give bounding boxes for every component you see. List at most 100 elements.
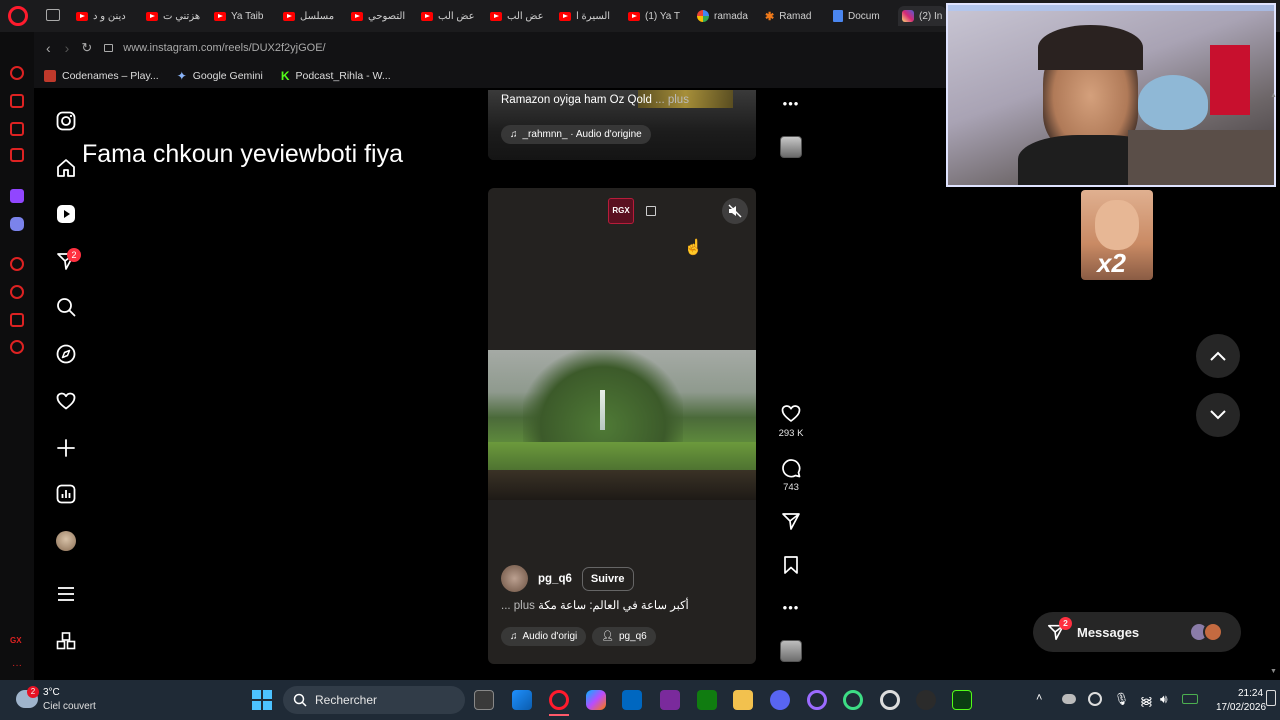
bookmark-podcast[interactable]: K Podcast_Rihla - W... [281,69,391,83]
previous-reel-audio[interactable]: ♫ _rahmnn_ · Audio d'origine [501,124,651,144]
workspace-icon[interactable] [10,94,24,108]
tab-9[interactable]: (1) Ya T [628,6,690,26]
instagram-logo-icon[interactable] [55,110,77,132]
notifications-icon[interactable] [55,390,77,412]
address-bar: ‹ › ↻ www.instagram.com/reels/DUX2f2yjGO… [34,32,946,64]
youtube-icon [490,11,502,21]
scroll-down-icon[interactable]: ▼ [1270,668,1277,675]
scroll-up-icon[interactable]: ▲ [1270,92,1277,99]
tab-menu-icon[interactable] [46,9,60,21]
tray-overflow-icon[interactable]: ˄ [1036,692,1042,704]
author-avatar[interactable] [501,565,528,592]
create-icon[interactable] [55,437,77,459]
bookmark-gemini[interactable]: ✦ Google Gemini [177,69,263,83]
xbox-icon[interactable] [697,690,717,710]
extensions-icon[interactable] [10,313,24,327]
reel-more-link[interactable]: ... plus [501,600,535,612]
messages-button[interactable]: 2 Messages [1033,612,1241,652]
previous-reel-more-options-icon[interactable]: ••• [778,96,804,111]
history-icon[interactable] [10,285,24,299]
battery-icon[interactable] [1182,694,1198,704]
tab-6[interactable]: عض الب [421,6,483,26]
copilot-icon[interactable] [586,690,606,710]
wifi-icon[interactable]: ᯼ [1140,692,1153,709]
clock-date[interactable]: 17/02/2026 [1216,702,1266,713]
tab-2[interactable]: هزتني ت [146,6,208,26]
bookmark-codenames[interactable]: Codenames – Play... [44,70,159,82]
taskbar-search[interactable]: Rechercher [283,686,465,714]
opera-air-icon[interactable] [880,690,900,710]
pip-icon[interactable] [646,206,656,216]
tab-1[interactable]: دينن و د [76,6,138,26]
gx-icon[interactable]: GX [10,636,22,645]
url-field[interactable]: www.instagram.com/reels/DUX2f2yjGOE/ [123,42,325,54]
tab-11[interactable]: ✱ Ramad [765,6,827,26]
like-button[interactable] [778,404,804,425]
discord-taskbar-icon[interactable] [770,690,790,710]
reel-tagged-user-pill[interactable]: 👤︎ pg_q6 [592,627,656,646]
search-icon[interactable] [55,296,77,318]
forward-icon[interactable]: › [65,40,70,56]
messages-count-badge: 2 [1059,617,1072,630]
tab-3[interactable]: Ya Taib [214,6,276,26]
previous-reel-button[interactable] [1196,334,1240,378]
share-button[interactable] [778,511,804,534]
home-icon[interactable] [55,157,77,179]
clock-time[interactable]: 21:24 [1238,688,1263,699]
task-view-icon[interactable] [474,690,494,710]
start-button[interactable] [252,690,272,710]
author-username[interactable]: pg_q6 [538,573,572,585]
mute-button[interactable] [722,198,748,224]
tab-instagram-active[interactable]: (2) In [898,6,946,26]
dashboard-icon[interactable] [55,483,77,505]
tab-12[interactable]: Docum [833,6,895,26]
player-icon[interactable] [10,257,24,271]
tab-4[interactable]: مسلسل [283,6,345,26]
save-button[interactable] [778,555,804,578]
tab-5[interactable]: التصوحي [351,6,413,26]
meta-apps-icon[interactable] [55,630,77,652]
back-icon[interactable]: ‹ [46,40,51,56]
tab-7[interactable]: عض الب [490,6,552,26]
volume-icon[interactable]: 🔊︎ [1160,692,1168,707]
discord-icon[interactable] [10,217,24,231]
reel-video[interactable] [488,350,756,500]
previous-reel[interactable]: Ramazon oyiga ham Oz Qold ... plus ♫ _rah… [488,90,756,160]
comment-button[interactable] [778,458,804,481]
streaming-app-icon[interactable] [952,690,972,710]
more-options-icon[interactable]: ••• [778,600,804,615]
settings-icon[interactable] [10,340,24,354]
photos-icon[interactable] [512,690,532,710]
news-icon[interactable] [10,148,24,162]
tab-10[interactable]: ramada [697,6,759,26]
reel-audio-pill[interactable]: ♫ Audio d'origi [501,627,587,646]
reels-icon[interactable] [55,203,77,225]
next-reel-button[interactable] [1196,393,1240,437]
store-icon[interactable] [622,690,642,710]
tab-8[interactable]: السيرة ا [559,6,621,26]
microphone-icon[interactable]: 🎙︎ [1114,692,1129,706]
opera-task-icon[interactable] [660,690,680,710]
more-dots-icon[interactable]: ··· [12,660,22,671]
previous-reel-more-link[interactable]: ... plus [655,94,689,106]
follow-button[interactable]: Suivre [581,566,634,591]
explore-icon[interactable] [55,343,77,365]
file-explorer-icon[interactable] [733,690,753,710]
current-reel[interactable]: RGX pg_q6 Suivre ... plus أكبر ساعة في ا… [488,188,756,664]
twitch-icon[interactable] [10,189,24,203]
sync-icon[interactable] [1088,692,1102,706]
opera-gx-alt-icon[interactable] [843,690,863,710]
reload-icon[interactable]: ↻ [81,40,92,56]
reel-audio-thumbnail[interactable] [780,640,802,662]
profile-avatar[interactable] [55,530,77,552]
opera-gx-taskbar-icon[interactable] [549,690,569,710]
aria-icon[interactable] [10,66,24,80]
opera-browser-icon[interactable] [807,690,827,710]
onedrive-icon[interactable] [1062,694,1076,704]
obs-icon[interactable] [916,690,936,710]
opera-logo-icon[interactable] [8,6,28,26]
notification-center-icon[interactable] [1266,690,1276,706]
gaming-icon[interactable] [10,122,24,136]
previous-reel-audio-thumbnail[interactable] [780,136,802,158]
menu-icon[interactable] [55,583,77,605]
